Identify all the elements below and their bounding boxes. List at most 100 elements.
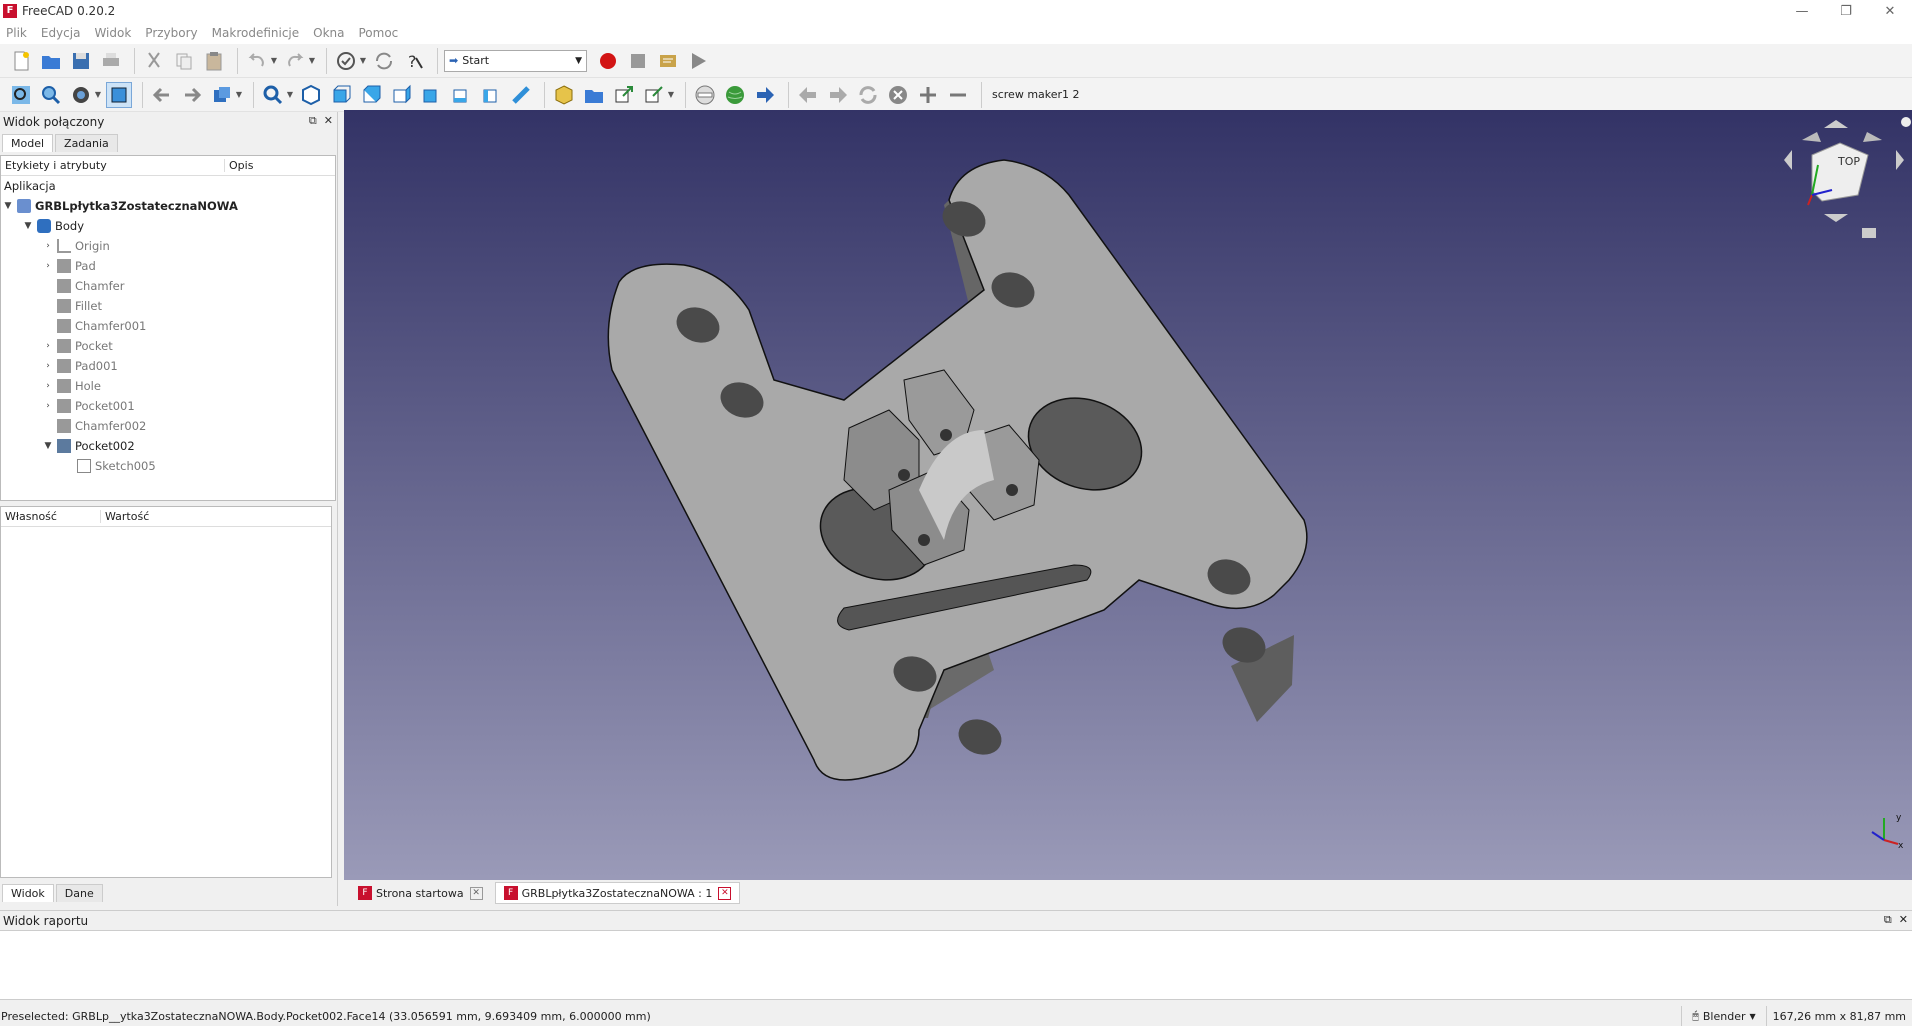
- top-view-icon[interactable]: [358, 82, 384, 108]
- record-macro-icon[interactable]: [595, 48, 621, 74]
- tree-item-fillet[interactable]: Fillet: [1, 296, 335, 316]
- right-view-icon[interactable]: [388, 82, 414, 108]
- whats-this-icon[interactable]: ?: [401, 48, 427, 74]
- expand-arrow-icon[interactable]: ›: [41, 361, 55, 371]
- make-link-icon[interactable]: [611, 82, 637, 108]
- tree-item-chamfer001[interactable]: Chamfer001: [1, 316, 335, 336]
- web-go-icon[interactable]: [752, 82, 778, 108]
- fit-all-icon[interactable]: [8, 82, 34, 108]
- back-icon[interactable]: [149, 82, 175, 108]
- undo-dropdown-icon[interactable]: ▼: [270, 48, 278, 74]
- close-tab-icon[interactable]: ✕: [718, 886, 732, 900]
- macro-editor-icon[interactable]: [655, 48, 681, 74]
- front-view-icon[interactable]: [328, 82, 354, 108]
- bounding-box-icon[interactable]: [106, 81, 132, 108]
- link-actions-icon[interactable]: [641, 82, 667, 108]
- col-value-header[interactable]: Wartość: [101, 510, 149, 523]
- col-desc-header[interactable]: Opis: [225, 159, 253, 172]
- navigation-link-icon[interactable]: [209, 82, 235, 108]
- navigation-cube[interactable]: TOP: [1772, 110, 1912, 240]
- report-view[interactable]: [0, 930, 1912, 1000]
- bottom-view-icon[interactable]: [448, 82, 474, 108]
- tab-dane[interactable]: Dane: [55, 884, 103, 902]
- menu-makrodefinicje[interactable]: Makrodefinicje: [212, 26, 299, 40]
- web-navigation-icon[interactable]: [692, 82, 718, 108]
- menu-przybory[interactable]: Przybory: [145, 26, 197, 40]
- isometric-view-icon[interactable]: [298, 82, 324, 108]
- tree-item-sketch005[interactable]: Sketch005: [1, 456, 335, 476]
- tree-item-pocket001[interactable]: › Pocket001: [1, 396, 335, 416]
- web-globe-icon[interactable]: [722, 82, 748, 108]
- left-view-icon[interactable]: [478, 82, 504, 108]
- create-part-icon[interactable]: [551, 82, 577, 108]
- menu-pomoc[interactable]: Pomoc: [359, 26, 399, 40]
- web-forward-icon[interactable]: [825, 82, 851, 108]
- col-property-header[interactable]: Własność: [1, 510, 101, 523]
- recompute-icon[interactable]: [371, 48, 397, 74]
- macro-screw-maker[interactable]: screw maker1 2: [992, 88, 1080, 101]
- maximize-button[interactable]: ❐: [1824, 0, 1868, 22]
- workbench-selector[interactable]: ➡ Start ▼: [444, 49, 587, 72]
- tree-item-chamfer[interactable]: Chamfer: [1, 276, 335, 296]
- close-panel-icon[interactable]: ✕: [1899, 913, 1908, 926]
- tree-body[interactable]: ▼ Body: [1, 216, 335, 236]
- collapse-arrow-icon[interactable]: ▼: [41, 441, 55, 451]
- open-file-icon[interactable]: [38, 48, 64, 74]
- tree-item-hole[interactable]: › Hole: [1, 376, 335, 396]
- stop-macro-icon[interactable]: [625, 48, 651, 74]
- menu-okna[interactable]: Okna: [313, 26, 344, 40]
- link-actions-dropdown-icon[interactable]: ▼: [667, 82, 675, 108]
- expand-arrow-icon[interactable]: ›: [41, 381, 55, 391]
- std-view-zoom-icon[interactable]: [260, 82, 286, 108]
- zoom-in-icon[interactable]: [915, 82, 941, 108]
- tree-item-pocket[interactable]: › Pocket: [1, 336, 335, 356]
- redo-icon[interactable]: [282, 48, 308, 74]
- tree-item-origin[interactable]: › Origin: [1, 236, 335, 256]
- tree-item-pad[interactable]: › Pad: [1, 256, 335, 276]
- fit-selection-icon[interactable]: [38, 82, 64, 108]
- save-icon[interactable]: [68, 48, 94, 74]
- float-panel-icon[interactable]: ⧉: [309, 114, 317, 127]
- tab-model[interactable]: Model: [2, 134, 54, 152]
- tab-start-page[interactable]: F Strona startowa ✕: [350, 883, 491, 903]
- web-back-icon[interactable]: [795, 82, 821, 108]
- checkmark-dropdown-icon[interactable]: ▼: [359, 48, 367, 74]
- menu-edycja[interactable]: Edycja: [41, 26, 81, 40]
- expand-arrow-icon[interactable]: ›: [41, 261, 55, 271]
- rear-view-icon[interactable]: [418, 82, 444, 108]
- tree-item-pad001[interactable]: › Pad001: [1, 356, 335, 376]
- expand-arrow-icon[interactable]: ›: [41, 401, 55, 411]
- web-stop-icon[interactable]: [885, 82, 911, 108]
- close-tab-icon[interactable]: ✕: [469, 886, 483, 900]
- undo-icon[interactable]: [244, 48, 270, 74]
- tab-document[interactable]: F GRBLpłytka3ZostatecznaNOWA : 1 ✕: [494, 882, 741, 904]
- expand-arrow-icon[interactable]: ›: [41, 341, 55, 351]
- draw-style-icon[interactable]: [68, 82, 94, 108]
- close-button[interactable]: ✕: [1868, 0, 1912, 22]
- col-labels-header[interactable]: Etykiety i atrybuty: [1, 159, 225, 172]
- 3d-viewport[interactable]: TOP y x: [344, 110, 1912, 880]
- redo-dropdown-icon[interactable]: ▼: [308, 48, 316, 74]
- part-model[interactable]: [344, 110, 1912, 880]
- new-file-icon[interactable]: [8, 48, 34, 74]
- tree-item-chamfer002[interactable]: Chamfer002: [1, 416, 335, 436]
- close-panel-icon[interactable]: ✕: [324, 114, 333, 127]
- menu-plik[interactable]: Plik: [6, 26, 27, 40]
- float-panel-icon[interactable]: ⧉: [1884, 913, 1892, 926]
- expand-arrow-icon[interactable]: ›: [41, 241, 55, 251]
- link-dropdown-icon[interactable]: ▼: [235, 82, 243, 108]
- cut-icon[interactable]: [141, 48, 167, 74]
- paste-icon[interactable]: [201, 48, 227, 74]
- draw-style-dropdown-icon[interactable]: ▼: [94, 82, 102, 108]
- tree-item-pocket002[interactable]: ▼ Pocket002: [1, 436, 335, 456]
- refresh-icon[interactable]: [333, 48, 359, 74]
- collapse-arrow-icon[interactable]: ▼: [1, 201, 15, 211]
- copy-icon[interactable]: [171, 48, 197, 74]
- print-icon[interactable]: [98, 48, 124, 74]
- zoom-out-icon[interactable]: [945, 82, 971, 108]
- tab-zadania[interactable]: Zadania: [55, 134, 118, 152]
- menu-widok[interactable]: Widok: [94, 26, 131, 40]
- forward-icon[interactable]: [179, 82, 205, 108]
- zoom-dropdown-icon[interactable]: ▼: [286, 82, 294, 108]
- minimize-button[interactable]: —: [1780, 0, 1824, 22]
